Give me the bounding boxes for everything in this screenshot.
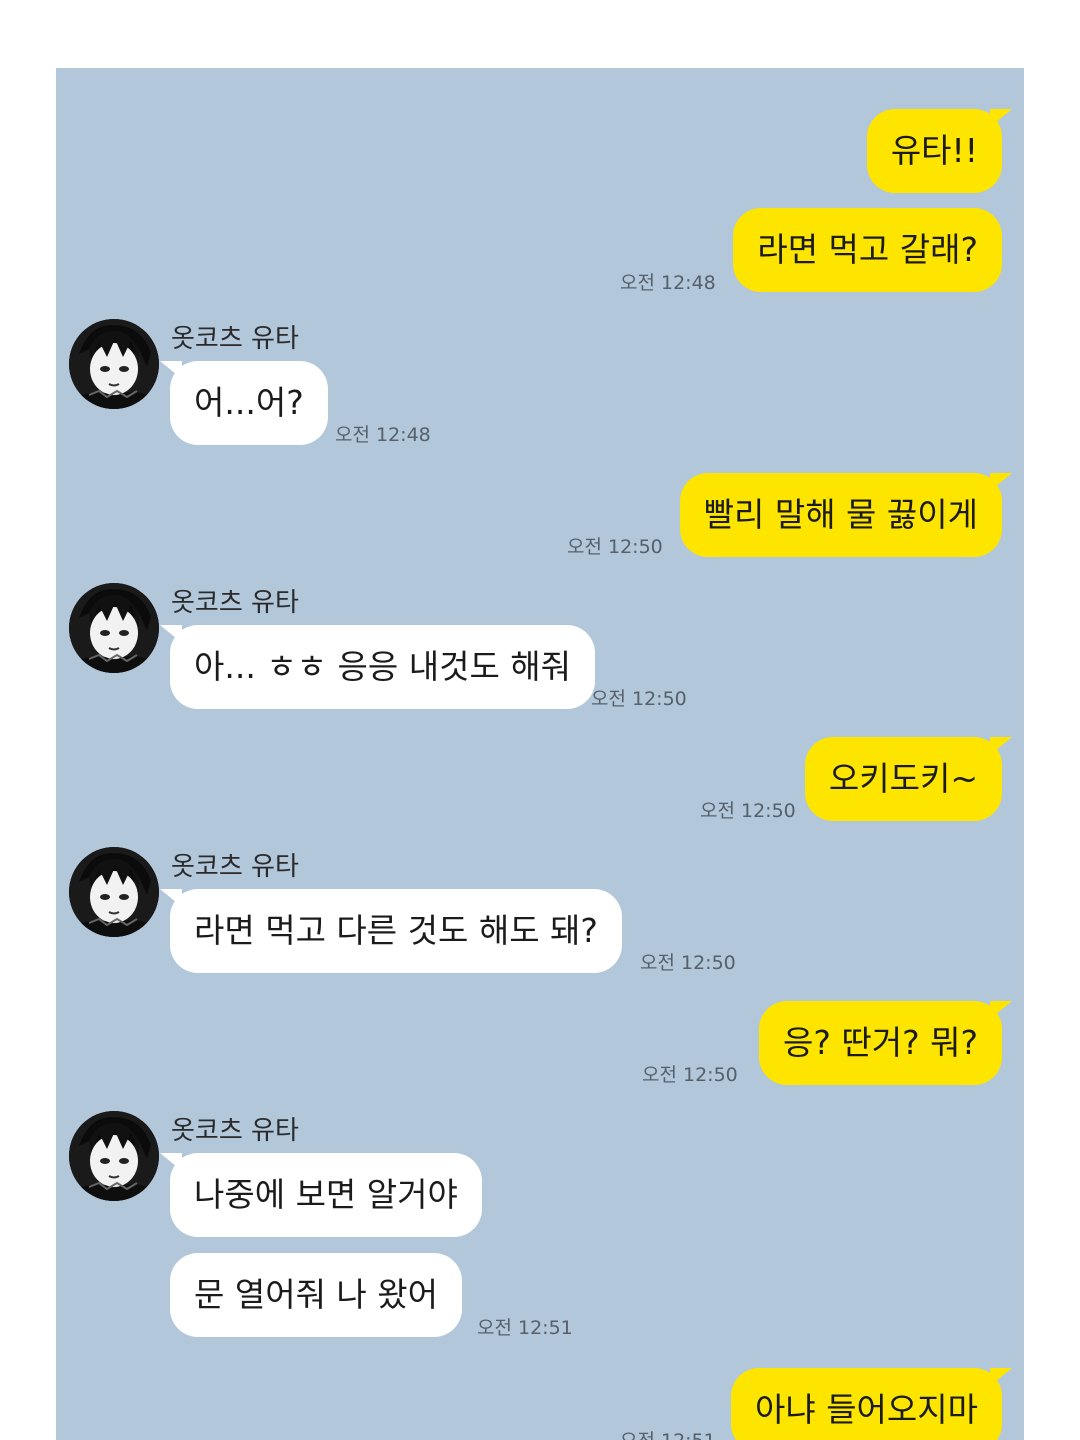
my-message-bubble[interactable]: 라면 먹고 갈래? (733, 208, 1002, 292)
sender-name: 옷코츠 유타 (171, 1116, 299, 1146)
manga-character-avatar-icon (69, 319, 159, 409)
their-message-bubble[interactable]: 나중에 보면 알거야 (160, 1153, 482, 1237)
my-message-bubble[interactable]: 빨리 말해 물 끓이게 (679, 473, 1013, 557)
my-message-bubble[interactable]: 아냐 들어오지마 (730, 1368, 1013, 1440)
message-timestamp: 오전 12:50 (640, 952, 736, 974)
avatar[interactable] (69, 1111, 159, 1201)
avatar[interactable] (69, 847, 159, 937)
message-timestamp: 오전 12:48 (335, 424, 431, 446)
manga-character-avatar-icon (69, 847, 159, 937)
message-timestamp: 오전 12:50 (567, 536, 663, 558)
message-timestamp: 오전 12:48 (620, 272, 716, 294)
message-timestamp: 오전 12:50 (642, 1064, 738, 1086)
sender-name: 옷코츠 유타 (171, 324, 299, 354)
sender-name: 옷코츠 유타 (171, 852, 299, 882)
chat-room[interactable]: 유타!! 라면 먹고 갈래? 오전 12:48 옷코츠 유타 어...어? 오전… (56, 68, 1024, 1440)
message-timestamp: 오전 12:51 (620, 1426, 716, 1440)
manga-character-avatar-icon (69, 583, 159, 673)
their-message-bubble[interactable]: 라면 먹고 다른 것도 해도 돼? (160, 889, 622, 973)
message-timestamp: 오전 12:50 (591, 688, 687, 710)
message-timestamp: 오전 12:51 (477, 1317, 573, 1339)
their-message-bubble[interactable]: 문 열어줘 나 왔어 (170, 1253, 462, 1337)
their-message-bubble[interactable]: 어...어? (160, 361, 328, 445)
avatar[interactable] (69, 319, 159, 409)
message-timestamp: 오전 12:50 (700, 800, 796, 822)
my-message-bubble[interactable]: 오키도키~ (804, 737, 1013, 821)
my-message-bubble[interactable]: 응? 딴거? 뭐? (759, 1001, 1012, 1085)
sender-name: 옷코츠 유타 (171, 588, 299, 618)
manga-character-avatar-icon (69, 1111, 159, 1201)
avatar[interactable] (69, 583, 159, 673)
my-message-bubble[interactable]: 유타!! (866, 109, 1013, 193)
their-message-bubble[interactable]: 아... ㅎㅎ 응응 내것도 해줘 (159, 625, 596, 709)
